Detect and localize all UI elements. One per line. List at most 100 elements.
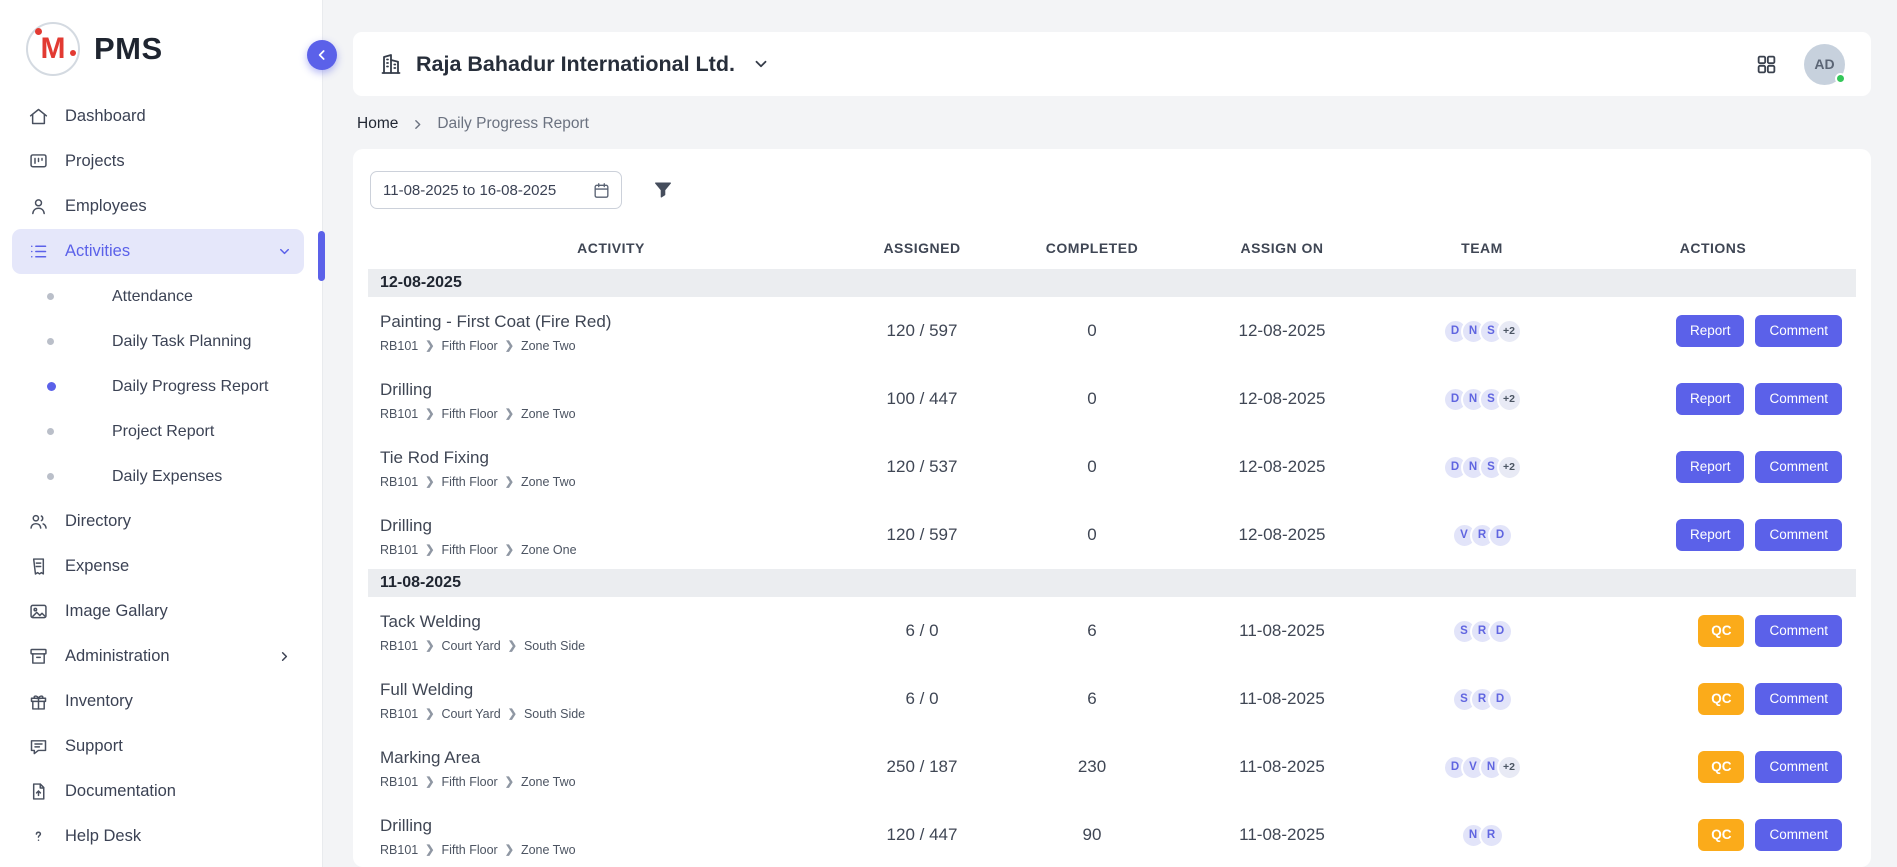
company-selector[interactable]: Raja Bahadur International Ltd. (379, 52, 770, 77)
team-avatars: S R D (1382, 619, 1582, 644)
comment-button[interactable]: Comment (1755, 315, 1842, 347)
sidebar-subitem-label: Daily Task Planning (112, 333, 251, 351)
report-button[interactable]: Report (1676, 315, 1745, 347)
team-avatars: S R D (1382, 687, 1582, 712)
apps-grid-button[interactable] (1755, 53, 1778, 76)
path-segment: RB101 (380, 407, 418, 421)
team-avatars: D N S +2 (1382, 387, 1582, 412)
comment-button[interactable]: Comment (1755, 519, 1842, 551)
app-title: PMS (94, 31, 163, 67)
table-row: Drilling RB101❯ Fifth Floor❯ Zone Two 10… (368, 365, 1856, 433)
path-separator: ❯ (508, 707, 517, 720)
comment-button[interactable]: Comment (1755, 615, 1842, 647)
path-segment: RB101 (380, 543, 418, 557)
assigned-value: 120 / 597 (842, 525, 1002, 545)
assigned-value: 120 / 537 (842, 457, 1002, 477)
qc-button[interactable]: QC (1698, 615, 1744, 647)
breadcrumb-home[interactable]: Home (357, 115, 398, 133)
bullet-icon (47, 382, 56, 391)
sidebar-item-dashboard[interactable]: Dashboard (12, 94, 304, 139)
comment-button[interactable]: Comment (1755, 683, 1842, 715)
comment-button[interactable]: Comment (1755, 751, 1842, 783)
table-row: Tie Rod Fixing RB101❯ Fifth Floor❯ Zone … (368, 433, 1856, 501)
column-header-activity: ACTIVITY (380, 240, 842, 256)
funnel-icon (652, 179, 674, 201)
date-range-value[interactable] (383, 182, 584, 199)
path-segment: Court Yard (441, 639, 500, 653)
table-row: Drilling RB101❯ Fifth Floor❯ Zone Two 12… (368, 801, 1856, 867)
gift-icon (27, 691, 50, 712)
path-segment: Fifth Floor (441, 407, 497, 421)
sidebar: M PMS Dashboard Projects Employees Activ… (0, 0, 323, 867)
sidebar-subitem-attendance[interactable]: Attendance (0, 274, 322, 319)
sidebar-item-support[interactable]: Support (12, 724, 304, 769)
team-avatars: D N S +2 (1382, 319, 1582, 344)
path-separator: ❯ (425, 475, 434, 488)
logo-icon: M (26, 22, 80, 76)
sidebar-subitem-daily-progress-report[interactable]: Daily Progress Report (0, 364, 322, 409)
sidebar-subitem-daily-task-planning[interactable]: Daily Task Planning (0, 319, 322, 364)
report-button[interactable]: Report (1676, 451, 1745, 483)
sidebar-subitem-project-report[interactable]: Project Report (0, 409, 322, 454)
column-header-assigned: ASSIGNED (842, 240, 1002, 256)
logo-letter: M (41, 34, 66, 64)
activity-name: Drilling (380, 516, 842, 536)
sidebar-item-directory[interactable]: Directory (12, 499, 304, 544)
comment-button[interactable]: Comment (1755, 819, 1842, 851)
team-avatars: N R (1382, 823, 1582, 848)
path-segment: Zone One (521, 543, 577, 557)
assigned-value: 6 / 0 (842, 621, 1002, 641)
completed-value: 230 (1002, 757, 1182, 777)
qc-button[interactable]: QC (1698, 751, 1744, 783)
assigned-value: 100 / 447 (842, 389, 1002, 409)
activity-path: RB101❯ Fifth Floor❯ Zone One (380, 543, 842, 557)
report-button[interactable]: Report (1676, 383, 1745, 415)
chevron-down-icon (277, 244, 292, 259)
assigned-value: 120 / 447 (842, 825, 1002, 845)
activity-path: RB101❯ Court Yard❯ South Side (380, 639, 842, 653)
report-button[interactable]: Report (1676, 519, 1745, 551)
comment-button[interactable]: Comment (1755, 451, 1842, 483)
team-avatar: D (1488, 619, 1513, 644)
path-separator: ❯ (425, 543, 434, 556)
receipt-icon (27, 556, 50, 577)
sidebar-item-label: Support (65, 737, 123, 756)
path-segment: South Side (524, 707, 585, 721)
date-range-input[interactable] (370, 171, 622, 209)
sidebar-collapse-button[interactable] (307, 40, 337, 70)
sidebar-item-activities[interactable]: Activities (12, 229, 304, 274)
path-segment: Zone Two (521, 475, 576, 489)
comment-button[interactable]: Comment (1755, 383, 1842, 415)
sidebar-item-projects[interactable]: Projects (12, 139, 304, 184)
path-separator: ❯ (505, 407, 514, 420)
grid-icon (1755, 53, 1778, 76)
path-segment: RB101 (380, 775, 418, 789)
sidebar-item-help-desk[interactable]: Help Desk (12, 814, 304, 859)
sidebar-subitem-label: Daily Progress Report (112, 378, 269, 396)
sidebar-item-label: Inventory (65, 692, 133, 711)
archive-icon (27, 646, 50, 667)
chevron-down-icon (752, 55, 770, 73)
path-segment: Zone Two (521, 775, 576, 789)
sidebar-item-employees[interactable]: Employees (12, 184, 304, 229)
sidebar-item-label: Dashboard (65, 107, 146, 126)
building-icon (379, 52, 403, 76)
sidebar-item-administration[interactable]: Administration (12, 634, 304, 679)
sidebar-item-expense[interactable]: Expense (12, 544, 304, 589)
path-segment: RB101 (380, 707, 418, 721)
sidebar-item-image-gallary[interactable]: Image Gallary (12, 589, 304, 634)
sidebar-subitem-label: Project Report (112, 423, 214, 441)
chevron-right-icon (411, 118, 424, 131)
sidebar-item-inventory[interactable]: Inventory (12, 679, 304, 724)
column-header-actions: ACTIONS (1582, 240, 1844, 256)
sidebar-nav: Dashboard Projects Employees Activities … (0, 94, 322, 859)
sidebar-subitem-daily-expenses[interactable]: Daily Expenses (0, 454, 322, 499)
qc-button[interactable]: QC (1698, 819, 1744, 851)
qc-button[interactable]: QC (1698, 683, 1744, 715)
sidebar-item-documentation[interactable]: Documentation (12, 769, 304, 814)
app-logo: M PMS (0, 0, 322, 94)
activity-name: Tie Rod Fixing (380, 448, 842, 468)
filter-button[interactable] (652, 179, 674, 201)
table-row: Painting - First Coat (Fire Red) RB101❯ … (368, 297, 1856, 365)
user-avatar[interactable]: AD (1804, 44, 1845, 85)
